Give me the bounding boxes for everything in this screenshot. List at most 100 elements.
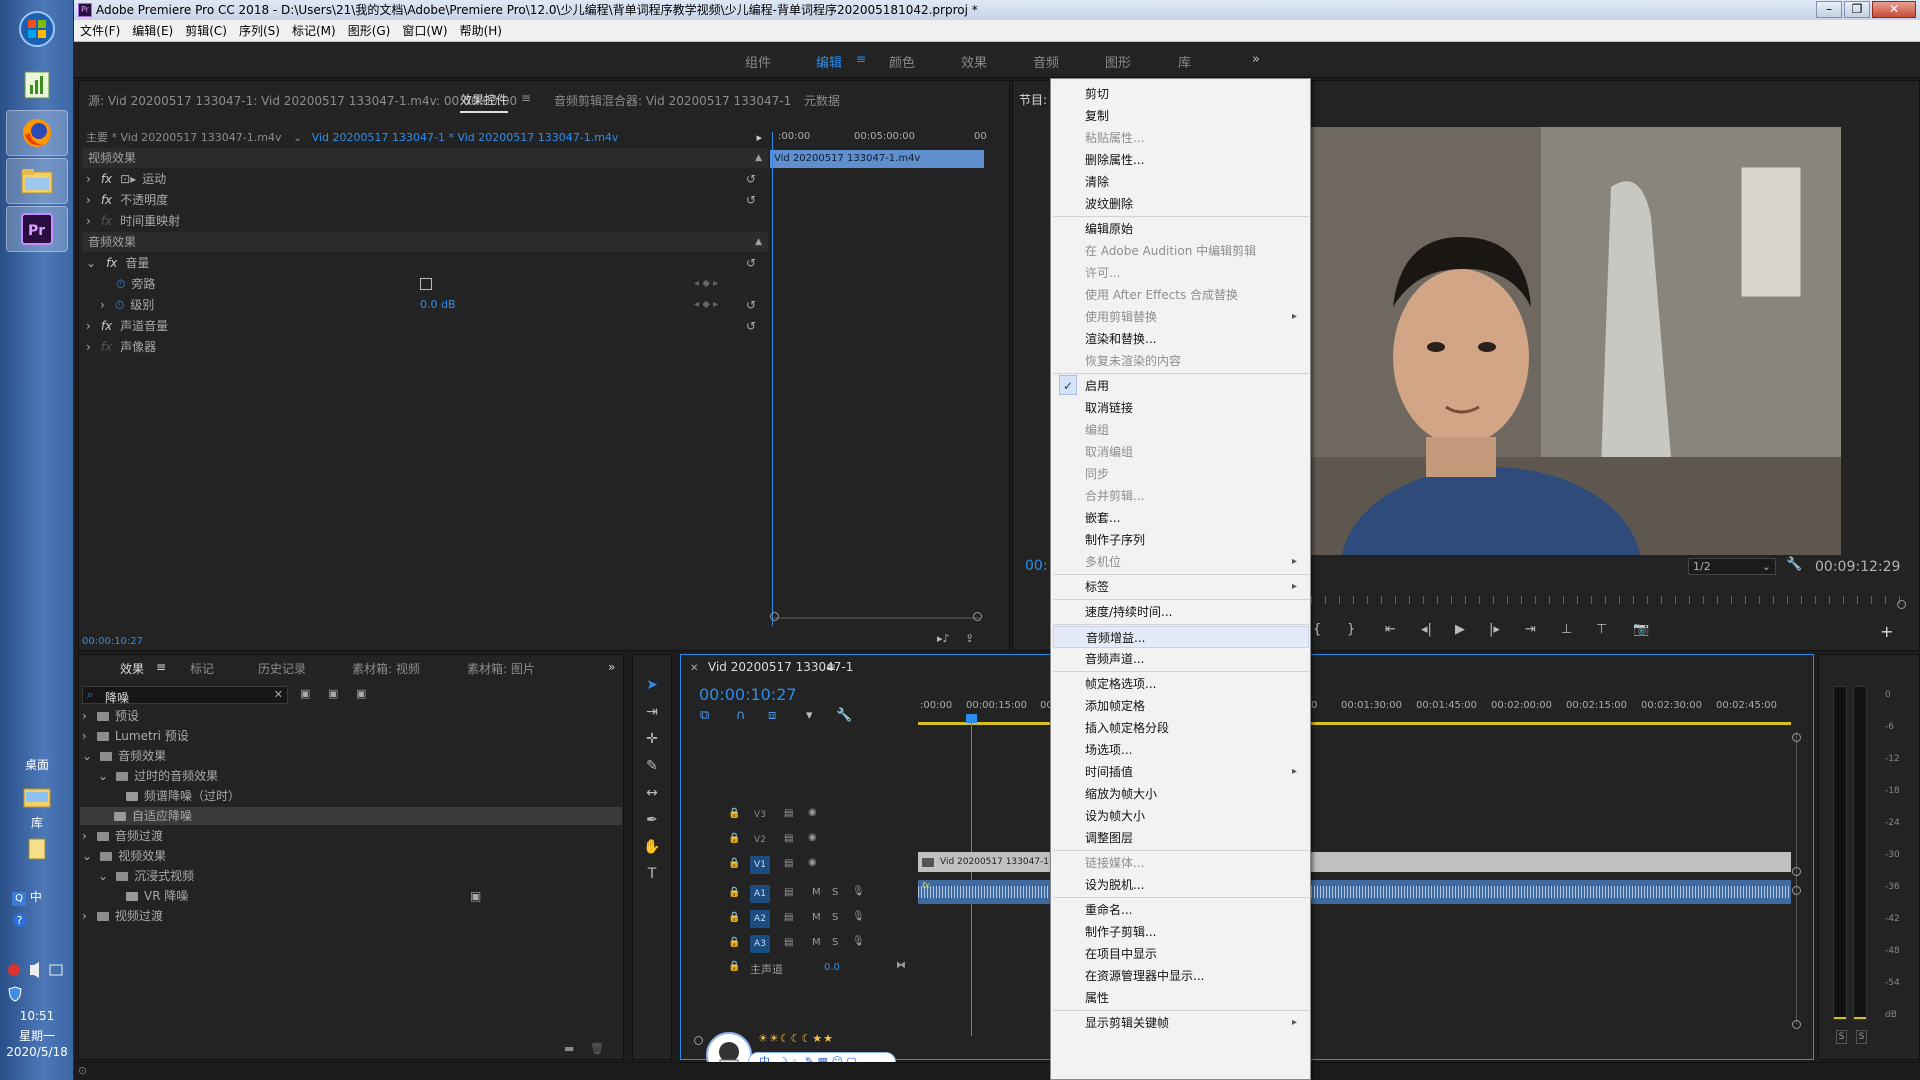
effect-opacity[interactable]: › fx 不透明度 ↺ [82, 190, 768, 210]
tree-video-transitions[interactable]: › 视频过渡 [82, 907, 163, 925]
tree-audio-transitions[interactable]: › 音频过渡 [82, 827, 163, 845]
meter-solo-right[interactable]: S [1856, 1030, 1867, 1044]
fx-icon[interactable]: fx [101, 319, 112, 333]
timeline-ruler-right[interactable]: 0 00:01:30:00 00:01:45:00 00:02:00:00 00… [1311, 698, 1791, 718]
timeline-vscroll[interactable] [1796, 732, 1797, 1024]
accelerated-effects-icon[interactable]: ▣ [300, 687, 310, 700]
reset-icon[interactable]: ↺ [746, 295, 756, 315]
maximize-button[interactable]: ❐ [1844, 1, 1870, 18]
menu-clip[interactable]: 剪辑(C) [185, 24, 227, 38]
go-to-out-icon[interactable]: ⇥ [1525, 622, 1536, 637]
tab-bin-video[interactable]: 素材箱: 视频 [352, 660, 420, 677]
expand-icon[interactable]: › [86, 340, 91, 354]
go-to-end-icon[interactable]: ⧓ [896, 960, 906, 971]
timeline-playhead[interactable] [971, 716, 972, 1036]
resolution-dropdown[interactable]: 1/2 ⌄ [1688, 558, 1776, 575]
solo-button[interactable]: S [832, 912, 838, 923]
effect-panner[interactable]: › fx 声像器 [82, 337, 768, 357]
collapse-icon[interactable]: ⌄ [98, 869, 108, 883]
collapse-icon[interactable]: ▲ [755, 232, 762, 252]
32bit-effects-icon[interactable]: ▣ [328, 687, 338, 700]
context-menu-item[interactable]: 时间插值 ▸ [1085, 761, 1305, 783]
taskbar-app-premiere[interactable]: Pr [6, 206, 68, 252]
timeline-ruler-left[interactable]: :00:00 00:00:15:00 00 [918, 698, 1053, 718]
context-menu-item[interactable]: 清除 [1085, 171, 1305, 193]
export-frame-icon[interactable]: 📷 [1633, 622, 1649, 637]
tab-source[interactable]: 源: Vid 20200517 133047-1: Vid 20200517 1… [88, 92, 517, 109]
program-label[interactable]: 节目: [1019, 91, 1047, 108]
context-menu-item[interactable]: 显示剪辑关键帧 ▸ [1085, 1012, 1305, 1034]
workspace-assembly[interactable]: 组件 [745, 52, 771, 71]
expand-icon[interactable]: › [86, 193, 91, 207]
collapse-icon[interactable]: ⌄ [86, 256, 96, 270]
pen-tool-icon[interactable]: ✒ [640, 807, 664, 834]
reset-icon[interactable]: ↺ [746, 316, 756, 336]
context-menu-item[interactable]: 设为脱机... [1085, 874, 1305, 896]
solo-button[interactable]: S [832, 937, 838, 948]
expand-icon[interactable]: › [86, 172, 91, 186]
clock-time[interactable]: 10:51 [0, 1009, 74, 1023]
collapse-icon[interactable]: ⌄ [98, 769, 108, 783]
mark-in-icon[interactable]: { [1313, 622, 1321, 637]
mute-button[interactable]: M [812, 937, 821, 948]
tree-vr-denoise[interactable]: VR 降噪 ▣ [126, 887, 516, 905]
master-volume-value[interactable]: 0.0 [824, 962, 840, 973]
scroll-handle[interactable] [1792, 1020, 1801, 1029]
track-v2[interactable]: V2 [750, 831, 770, 849]
taskbar-app-explorer[interactable] [6, 158, 68, 204]
fx-icon[interactable]: fx [101, 172, 112, 186]
timeline-timecode[interactable]: 00:00:10:27 [699, 685, 797, 704]
tree-adaptive-noise-reduction[interactable]: 自适应降噪 [80, 807, 622, 825]
effect-volume[interactable]: ⌄ fx 音量 ↺ [82, 253, 768, 273]
track-select-tool-icon[interactable]: ⇥ [640, 699, 664, 726]
extract-icon[interactable]: ⊤ [1596, 622, 1607, 637]
menu-file[interactable]: 文件(F) [80, 24, 120, 38]
effect-time-remap[interactable]: › fx 时间重映射 [82, 211, 768, 231]
master-clip-label[interactable]: 主要 * Vid 20200517 133047-1.m4v [86, 131, 281, 144]
tree-lumetri-presets[interactable]: › Lumetri 预设 [82, 727, 189, 745]
context-menu-item[interactable]: 缩放为帧大小 [1085, 783, 1305, 805]
zoom-handle-right[interactable] [1897, 600, 1906, 609]
effects-search[interactable]: ⌕ 降噪 ✕ [82, 686, 288, 705]
ec-playhead[interactable] [772, 132, 773, 626]
context-menu-item[interactable]: 复制 [1085, 105, 1305, 127]
menu-window[interactable]: 窗口(W) [402, 24, 447, 38]
mute-button[interactable]: M [812, 912, 821, 923]
workspace-effects[interactable]: 效果 [961, 52, 987, 71]
bypass-checkbox[interactable] [420, 278, 432, 290]
context-menu-item[interactable]: 速度/持续时间... [1085, 601, 1305, 623]
play-clip-icon[interactable]: ▸ [756, 128, 762, 148]
lock-icon[interactable]: 🔒 [728, 912, 740, 923]
menu-sequence[interactable]: 序列(S) [239, 24, 280, 38]
add-button-icon[interactable]: + [1880, 622, 1893, 641]
video-clip-continued[interactable] [1311, 852, 1791, 872]
scroll-handle[interactable] [1792, 886, 1801, 895]
sequence-clip-label[interactable]: Vid 20200517 133047-1 * Vid 20200517 133… [312, 131, 619, 144]
lift-icon[interactable]: ⊥ [1561, 622, 1572, 637]
context-menu-item[interactable]: 制作子序列 [1085, 529, 1305, 551]
timeline-settings-icon[interactable]: 🔧 [836, 708, 852, 723]
stopwatch-icon[interactable]: ⏱ [116, 277, 125, 291]
reset-icon[interactable]: ↺ [746, 190, 756, 210]
solo-button[interactable]: S [832, 887, 838, 898]
mark-out-icon[interactable]: } [1347, 622, 1355, 637]
workspace-libraries[interactable]: 库 [1178, 52, 1191, 71]
context-menu-item[interactable]: 添加帧定格 [1085, 695, 1305, 717]
expand-icon[interactable]: › [82, 729, 87, 743]
menu-markers[interactable]: 标记(M) [292, 24, 336, 38]
tree-spectral-noise-reduction[interactable]: 频谱降噪（过时） [126, 787, 240, 805]
effect-motion[interactable]: › fx ⊡▸ 运动 ↺ [82, 169, 768, 189]
sync-lock-icon[interactable]: ▤ [784, 808, 793, 819]
context-menu-item[interactable]: 取消链接 [1085, 397, 1305, 419]
program-ruler[interactable] [1311, 596, 1903, 604]
context-menu-item[interactable]: 在资源管理器中显示... [1085, 965, 1305, 987]
add-marker-icon[interactable]: ▾ [806, 708, 813, 723]
context-menu-item[interactable]: 删除属性... [1085, 149, 1305, 171]
context-menu-item[interactable]: 启用 ✓ [1059, 375, 1305, 397]
tab-history[interactable]: 历史记录 [258, 660, 306, 677]
type-tool-icon[interactable]: T [640, 861, 664, 888]
context-menu-item[interactable]: 剪切 [1085, 83, 1305, 105]
context-menu-item[interactable]: 波纹删除 [1085, 193, 1305, 215]
tree-obsolete-audio[interactable]: ⌄ 过时的音频效果 [98, 767, 218, 785]
tree-audio-effects[interactable]: ⌄ 音频效果 [82, 747, 166, 765]
